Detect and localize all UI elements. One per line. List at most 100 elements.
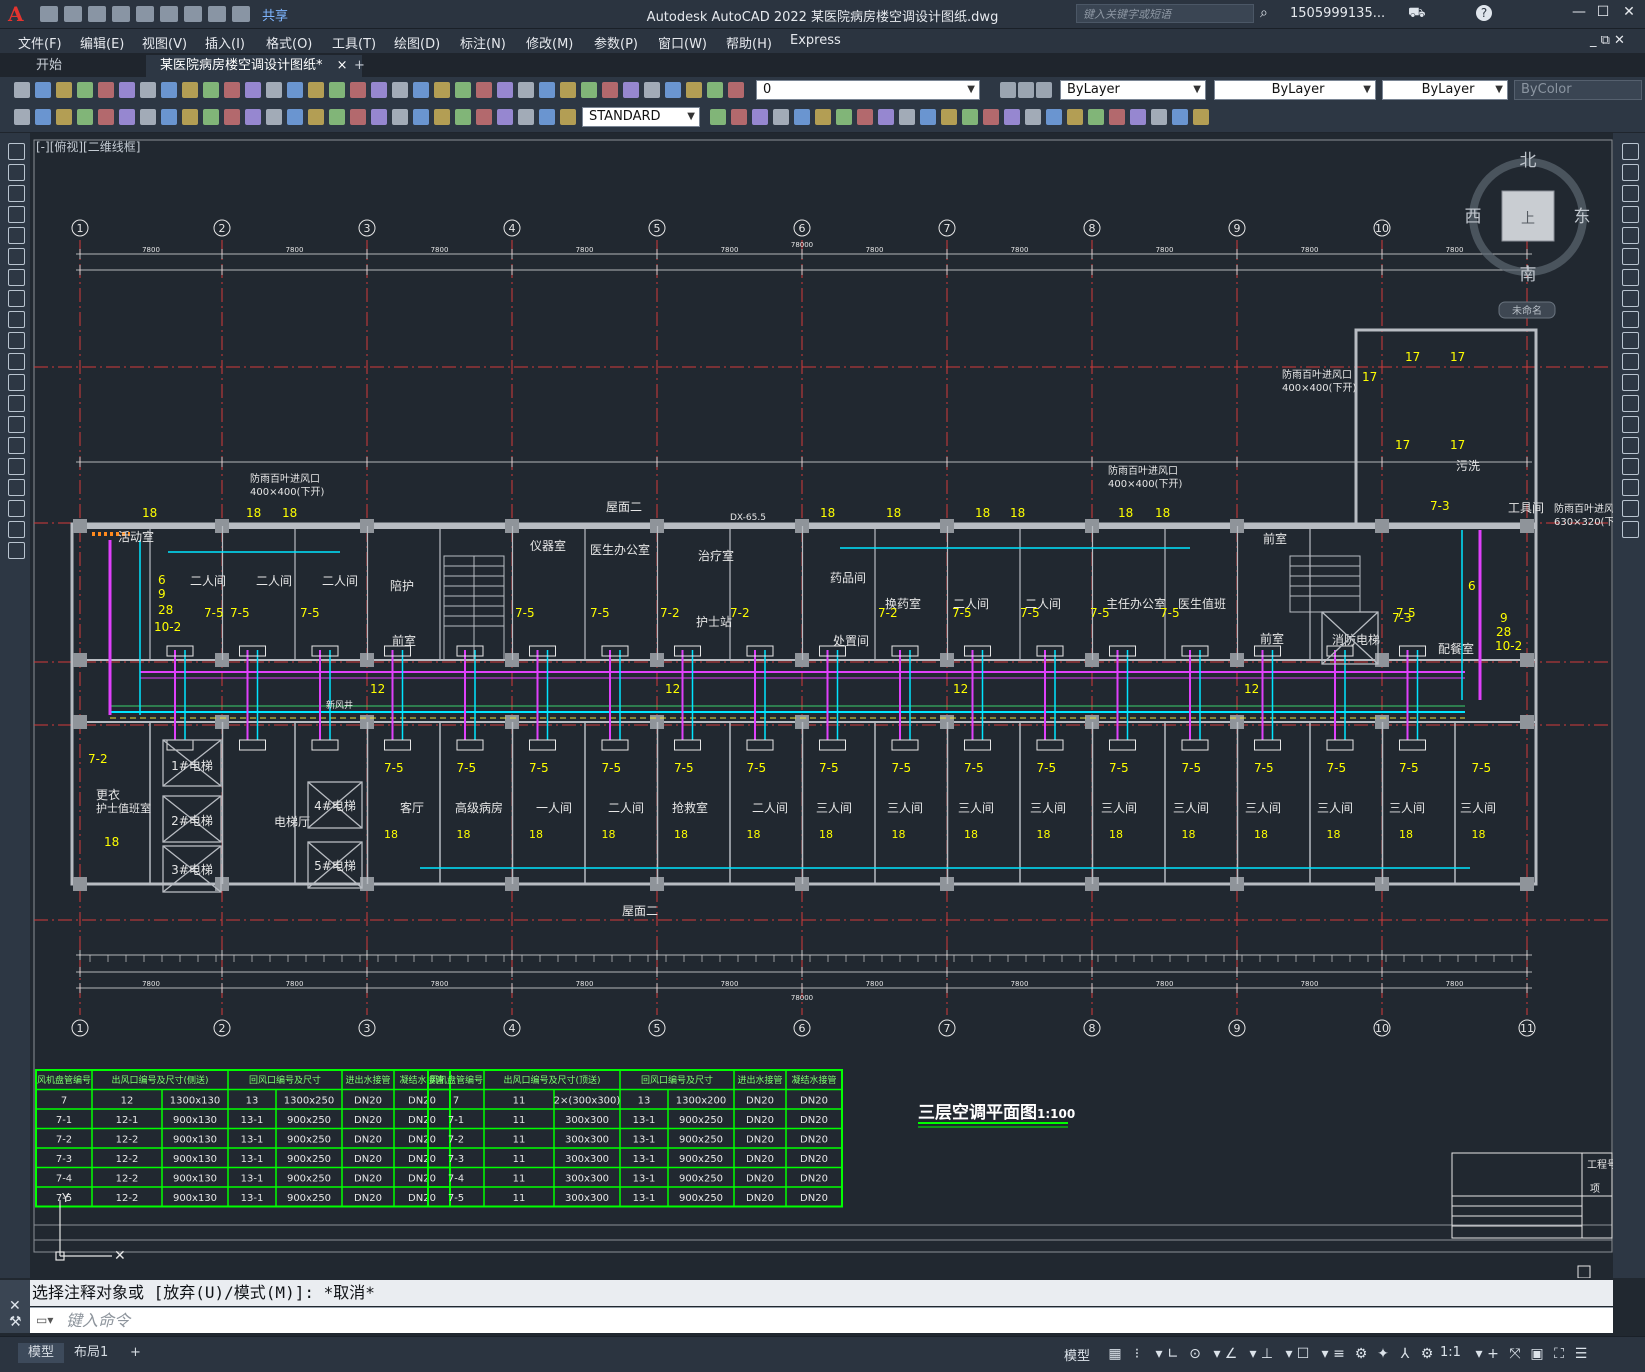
command-input[interactable]: 键入命令 — [30, 1307, 1613, 1333]
draw-tool-icon[interactable] — [8, 206, 25, 223]
draw-tool-icon[interactable] — [8, 500, 25, 517]
toolbar-tool-icon[interactable] — [752, 109, 768, 125]
modify-tool-icon[interactable] — [1622, 353, 1639, 370]
status-toggle-icon[interactable]: ☐ — [1294, 1346, 1312, 1362]
toolbar-tool-icon[interactable] — [329, 109, 345, 125]
status-toggle-icon[interactable]: ⚙ — [1352, 1346, 1370, 1362]
draw-tool-icon[interactable] — [8, 542, 25, 559]
toolbar-tool-icon[interactable] — [140, 82, 156, 98]
toolbar-tool-icon[interactable] — [686, 82, 702, 98]
toolbar-tool-icon[interactable] — [413, 109, 429, 125]
minimize-icon[interactable]: — — [1568, 4, 1590, 22]
new-tab-button[interactable]: + — [340, 55, 379, 77]
status-toggle-icon[interactable]: ≡ — [1330, 1346, 1348, 1362]
textstyle-dropdown[interactable]: STANDARD ▼ — [582, 107, 700, 127]
status-toggle-icon[interactable]: ⁝ — [1128, 1346, 1146, 1362]
viewcube-top[interactable]: 上 — [1521, 211, 1535, 227]
model-space-canvas[interactable]: 11223344556677889910101111 7800780078007… — [30, 133, 1613, 1278]
toolbar-tool-icon[interactable] — [623, 82, 639, 98]
tab-model[interactable]: 模型 — [18, 1343, 65, 1363]
toolbar-tool-icon[interactable] — [1151, 109, 1167, 125]
draw-tool-icon[interactable] — [8, 164, 25, 181]
draw-tool-icon[interactable] — [8, 395, 25, 412]
modify-tool-icon[interactable] — [1622, 143, 1639, 160]
toolbar-tool-icon[interactable] — [245, 109, 261, 125]
toolbar-tool-icon[interactable] — [392, 82, 408, 98]
toolbar-tool-icon[interactable] — [455, 82, 471, 98]
add-layout-button[interactable]: + — [120, 1343, 151, 1363]
toolbar-tool-icon[interactable] — [266, 82, 282, 98]
toolbar-tool-icon[interactable] — [161, 109, 177, 125]
toolbar-tool-icon[interactable] — [920, 109, 936, 125]
toolbar-tool-icon[interactable] — [224, 82, 240, 98]
toolbar-tool-icon[interactable] — [413, 82, 429, 98]
toolbar-tool-icon[interactable] — [182, 109, 198, 125]
toolbar-tool-icon[interactable] — [707, 82, 723, 98]
toolbar-tool-icon[interactable] — [857, 109, 873, 125]
draw-tool-icon[interactable] — [8, 269, 25, 286]
model-space-button[interactable]: 模型 — [1064, 1345, 1090, 1364]
menu-dimension[interactable]: 标注(N) — [460, 33, 506, 52]
toolbar-tool-icon[interactable] — [1109, 109, 1125, 125]
status-toggle-icon[interactable]: ✦ — [1374, 1346, 1392, 1362]
toolbar-tool-icon[interactable] — [371, 109, 387, 125]
modify-tool-icon[interactable] — [1622, 458, 1639, 475]
modify-tool-icon[interactable] — [1622, 416, 1639, 433]
toolbar-tool-icon[interactable] — [14, 109, 30, 125]
toolbar-tool-icon[interactable] — [878, 109, 894, 125]
help-icon[interactable]: ? — [1476, 5, 1492, 21]
menu-insert[interactable]: 插入(I) — [205, 33, 245, 52]
toolbar-tool-icon[interactable] — [455, 109, 471, 125]
menu-help[interactable]: 帮助(H) — [726, 33, 772, 52]
modify-tool-icon[interactable] — [1622, 269, 1639, 286]
toolbar-tool-icon[interactable] — [434, 109, 450, 125]
toolbar-tool-icon[interactable] — [308, 82, 324, 98]
close-icon[interactable]: ✕ — [1618, 4, 1640, 22]
viewcube-north[interactable]: 北 — [1520, 151, 1537, 171]
viewport-controls[interactable]: [-][俯视][二维线框] — [36, 138, 140, 155]
tab-document[interactable]: 某医院病房楼空调设计图纸* × — [146, 55, 362, 77]
toolbar-tool-icon[interactable] — [1004, 109, 1020, 125]
toolbar-tool-icon[interactable] — [266, 109, 282, 125]
toolbar-tool-icon[interactable] — [794, 109, 810, 125]
viewcube-south[interactable]: 南 — [1520, 265, 1537, 285]
status-toggle-icon[interactable]: ▣ — [1528, 1346, 1546, 1362]
draw-tool-icon[interactable] — [8, 227, 25, 244]
user-account[interactable]: 1505999135... — [1290, 6, 1385, 21]
draw-tool-icon[interactable] — [8, 374, 25, 391]
toolbar-tool-icon[interactable] — [836, 109, 852, 125]
search-icon[interactable]: ⌕ — [1260, 5, 1268, 21]
toolbar-tool-icon[interactable] — [560, 82, 576, 98]
modify-tool-icon[interactable] — [1622, 227, 1639, 244]
color-dropdown[interactable]: ByLayer ▼ — [1060, 80, 1206, 100]
toolbar-tool-icon[interactable] — [539, 82, 555, 98]
command-line-handle[interactable]: ✕ ⚒ — [0, 1280, 30, 1333]
modify-tool-icon[interactable] — [1622, 206, 1639, 223]
draw-tool-icon[interactable] — [8, 479, 25, 496]
status-toggle-icon[interactable]: + — [1484, 1346, 1502, 1362]
toolbar-tool-icon[interactable] — [518, 109, 534, 125]
toolbar-tool-icon[interactable] — [35, 82, 51, 98]
toolbar-tool-icon[interactable] — [962, 109, 978, 125]
toolbar-tool-icon[interactable] — [287, 82, 303, 98]
tab-layout1[interactable]: 布局1 — [64, 1343, 118, 1363]
toolbar-tool-icon[interactable] — [1046, 109, 1062, 125]
draw-tool-icon[interactable] — [8, 311, 25, 328]
draw-tool-icon[interactable] — [8, 248, 25, 265]
toolbar-tool-icon[interactable] — [308, 109, 324, 125]
toolbar-tool-icon[interactable] — [203, 82, 219, 98]
toolbar-tool-icon[interactable] — [56, 109, 72, 125]
modify-tool-icon[interactable] — [1622, 395, 1639, 412]
modify-tool-icon[interactable] — [1622, 290, 1639, 307]
toolbar-tool-icon[interactable] — [203, 109, 219, 125]
toolbar-tool-icon[interactable] — [518, 82, 534, 98]
toolbar-tool-icon[interactable] — [1172, 109, 1188, 125]
toolbar-tool-icon[interactable] — [245, 82, 261, 98]
status-toggle-icon[interactable]: ∟ — [1164, 1346, 1182, 1362]
toolbar-tool-icon[interactable] — [665, 82, 681, 98]
menu-window[interactable]: 窗口(W) — [658, 33, 707, 52]
close-icon[interactable]: ✕ — [9, 1298, 21, 1314]
viewcube-west[interactable]: 西 — [1465, 207, 1482, 227]
modify-tool-icon[interactable] — [1622, 311, 1639, 328]
annotation-scale[interactable]: 1:1 — [1440, 1345, 1461, 1360]
